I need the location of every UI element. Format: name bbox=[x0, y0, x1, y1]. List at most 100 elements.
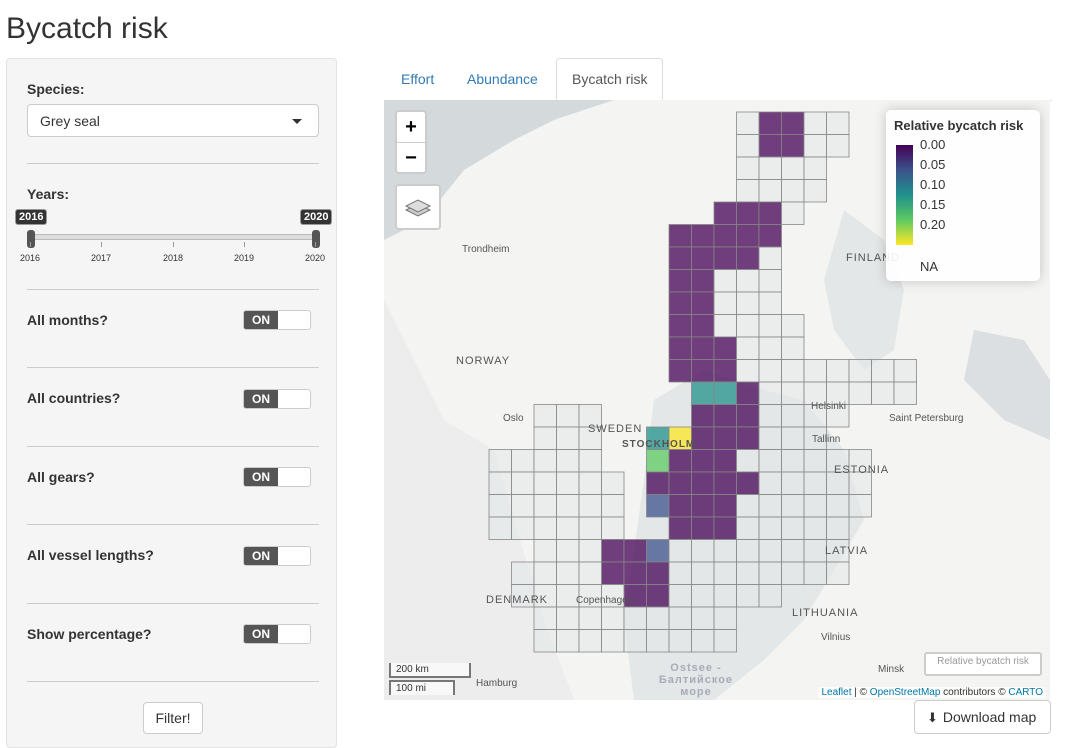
grid-cell[interactable] bbox=[736, 381, 760, 405]
grid-cell[interactable] bbox=[556, 516, 580, 540]
grid-cell[interactable] bbox=[803, 111, 827, 135]
grid-cell[interactable] bbox=[668, 314, 692, 338]
grid-cell[interactable] bbox=[736, 291, 760, 315]
grid-cell[interactable] bbox=[713, 336, 737, 360]
grid-cell[interactable] bbox=[781, 449, 805, 473]
grid-cell[interactable] bbox=[691, 471, 715, 495]
grid-cell[interactable] bbox=[803, 179, 827, 203]
grid-cell[interactable] bbox=[736, 516, 760, 540]
grid-cell[interactable] bbox=[803, 359, 827, 383]
grid-cell[interactable] bbox=[691, 404, 715, 428]
grid-cell[interactable] bbox=[871, 381, 895, 405]
grid-cell[interactable] bbox=[826, 111, 850, 135]
grid-cell[interactable] bbox=[758, 246, 782, 270]
grid-cell[interactable] bbox=[758, 471, 782, 495]
grid-cell[interactable] bbox=[713, 291, 737, 315]
grid-cell[interactable] bbox=[758, 516, 782, 540]
grid-cell[interactable] bbox=[781, 359, 805, 383]
grid-cell[interactable] bbox=[781, 426, 805, 450]
grid-cell[interactable] bbox=[736, 584, 760, 608]
grid-cell[interactable] bbox=[691, 606, 715, 630]
grid-cell[interactable] bbox=[781, 156, 805, 180]
grid-cell[interactable] bbox=[713, 606, 737, 630]
grid-cell[interactable] bbox=[668, 516, 692, 540]
grid-cell[interactable] bbox=[736, 246, 760, 270]
grid-cell[interactable] bbox=[781, 336, 805, 360]
grid-cell[interactable] bbox=[601, 539, 625, 563]
grid-cell[interactable] bbox=[803, 516, 827, 540]
grid-cell[interactable] bbox=[713, 629, 737, 653]
grid-cell[interactable] bbox=[781, 494, 805, 518]
grid-cell[interactable] bbox=[691, 494, 715, 518]
grid-cell[interactable] bbox=[758, 449, 782, 473]
grid-cell[interactable] bbox=[668, 471, 692, 495]
grid-cell[interactable] bbox=[713, 539, 737, 563]
grid-cell[interactable] bbox=[758, 494, 782, 518]
grid-cell[interactable] bbox=[713, 246, 737, 270]
grid-cell[interactable] bbox=[758, 336, 782, 360]
grid-cell[interactable] bbox=[758, 201, 782, 225]
grid-cell[interactable] bbox=[736, 179, 760, 203]
grid-cell[interactable] bbox=[758, 404, 782, 428]
grid-cell[interactable] bbox=[803, 156, 827, 180]
years-slider-track[interactable] bbox=[31, 234, 317, 240]
grid-cell[interactable] bbox=[511, 494, 535, 518]
grid-cell[interactable] bbox=[691, 269, 715, 293]
species-select[interactable]: Grey seal bbox=[27, 104, 319, 137]
grid-cell[interactable] bbox=[533, 606, 557, 630]
grid-cell[interactable] bbox=[736, 224, 760, 248]
grid-cell[interactable] bbox=[533, 494, 557, 518]
grid-cell[interactable] bbox=[758, 156, 782, 180]
grid-cell[interactable] bbox=[533, 426, 557, 450]
grid-cell[interactable] bbox=[691, 314, 715, 338]
grid-cell[interactable] bbox=[758, 426, 782, 450]
grid-cell[interactable] bbox=[556, 471, 580, 495]
grid-cell[interactable] bbox=[691, 336, 715, 360]
grid-cell[interactable] bbox=[803, 539, 827, 563]
grid-cell[interactable] bbox=[668, 561, 692, 585]
grid-cell[interactable] bbox=[601, 561, 625, 585]
grid-cell[interactable] bbox=[758, 561, 782, 585]
grid-cell[interactable] bbox=[668, 291, 692, 315]
grid-cell[interactable] bbox=[578, 471, 602, 495]
grid-cell[interactable] bbox=[713, 314, 737, 338]
grid-cell[interactable] bbox=[623, 561, 647, 585]
grid-cell[interactable] bbox=[758, 539, 782, 563]
grid-cell[interactable] bbox=[758, 134, 782, 158]
zoom-in-button[interactable]: + bbox=[397, 112, 425, 143]
grid-cell[interactable] bbox=[668, 584, 692, 608]
grid-cell[interactable] bbox=[758, 359, 782, 383]
grid-cell[interactable] bbox=[803, 449, 827, 473]
grid-cell[interactable] bbox=[758, 224, 782, 248]
grid-cell[interactable] bbox=[691, 561, 715, 585]
grid-cell[interactable] bbox=[736, 359, 760, 383]
grid-cell[interactable] bbox=[623, 539, 647, 563]
grid-cell[interactable] bbox=[601, 516, 625, 540]
grid-cell[interactable] bbox=[848, 359, 872, 383]
grid-cell[interactable] bbox=[781, 111, 805, 135]
tab-bycatch-risk[interactable]: Bycatch risk bbox=[556, 58, 664, 100]
grid-cell[interactable] bbox=[556, 539, 580, 563]
grid-cell[interactable] bbox=[601, 606, 625, 630]
grid-cell[interactable] bbox=[578, 539, 602, 563]
grid-cell[interactable] bbox=[668, 606, 692, 630]
grid-cell[interactable] bbox=[803, 134, 827, 158]
grid-cell[interactable] bbox=[826, 494, 850, 518]
all-gears-toggle[interactable]: ON bbox=[243, 467, 311, 487]
grid-cell[interactable] bbox=[713, 471, 737, 495]
download-map-button[interactable]: ⬇ Download map bbox=[914, 700, 1051, 734]
grid-cell[interactable] bbox=[736, 426, 760, 450]
grid-cell[interactable] bbox=[601, 471, 625, 495]
grid-cell[interactable] bbox=[848, 494, 872, 518]
grid-cell[interactable] bbox=[781, 179, 805, 203]
grid-cell[interactable] bbox=[736, 111, 760, 135]
grid-cell[interactable] bbox=[758, 291, 782, 315]
grid-cell[interactable] bbox=[533, 449, 557, 473]
grid-cell[interactable] bbox=[601, 494, 625, 518]
grid-cell[interactable] bbox=[781, 201, 805, 225]
grid-cell[interactable] bbox=[556, 629, 580, 653]
grid-cell[interactable] bbox=[691, 629, 715, 653]
grid-cell[interactable] bbox=[533, 516, 557, 540]
grid-cell[interactable] bbox=[713, 426, 737, 450]
grid-cell[interactable] bbox=[781, 516, 805, 540]
